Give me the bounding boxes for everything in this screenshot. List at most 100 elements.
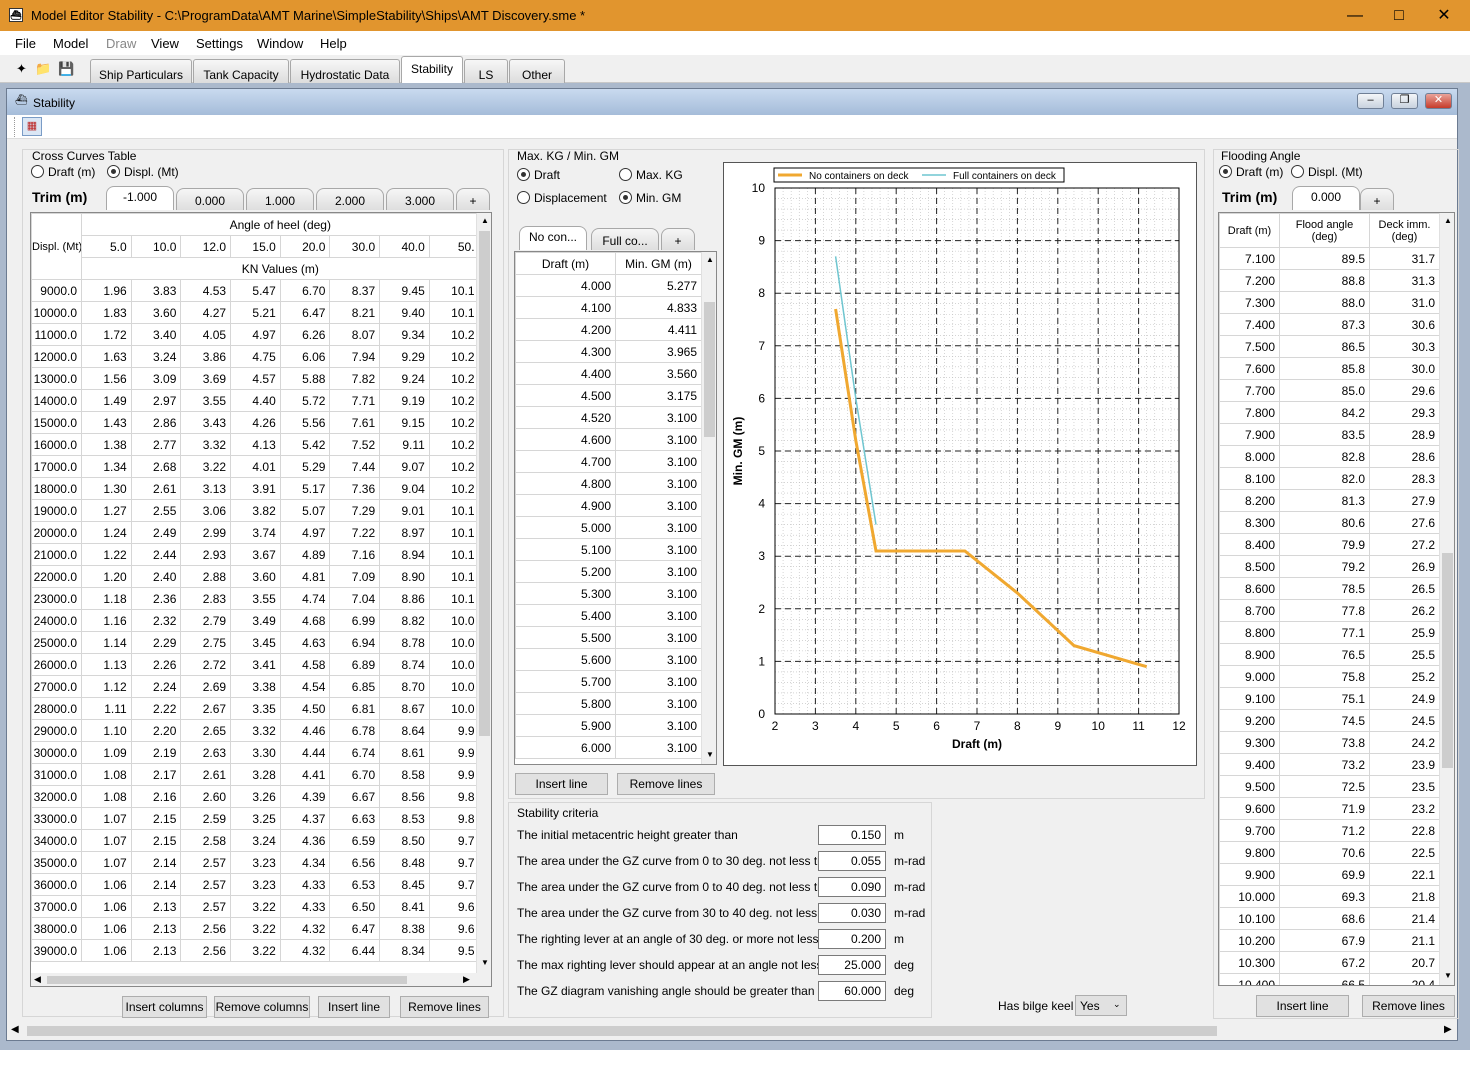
kn-cell[interactable]: 2.56 bbox=[180, 939, 232, 962]
scroll-left-icon[interactable]: ◀ bbox=[34, 974, 41, 985]
kn-cell[interactable]: 8.90 bbox=[379, 565, 430, 588]
flood-angle-cell[interactable]: 88.8 bbox=[1279, 269, 1370, 292]
criterion-value-field[interactable]: 0.030 bbox=[818, 903, 886, 923]
kn-cell[interactable]: 6.47 bbox=[279, 301, 331, 324]
min-gm-cell[interactable]: 3.100 bbox=[615, 450, 702, 473]
deck-imm-cell[interactable]: 29.6 bbox=[1369, 379, 1440, 402]
draft-cell[interactable]: 5.300 bbox=[515, 582, 616, 605]
kn-cell[interactable]: 2.17 bbox=[130, 763, 182, 786]
scroll-right-icon[interactable]: ▶ bbox=[1444, 1024, 1452, 1035]
kn-cell[interactable]: 6.99 bbox=[329, 609, 381, 632]
displ-cell[interactable]: 34000.0 bbox=[31, 829, 82, 852]
kn-cell[interactable]: 9.15 bbox=[379, 411, 430, 434]
draft-cell[interactable]: 10.100 bbox=[1219, 907, 1280, 930]
cross-curves-vscroll[interactable]: ▲ ▼ bbox=[476, 213, 491, 973]
kn-cell[interactable]: 6.70 bbox=[279, 279, 331, 302]
trim-tab-add[interactable]: + bbox=[1360, 188, 1394, 210]
kn-cell[interactable]: 2.32 bbox=[130, 609, 182, 632]
draft-cell[interactable]: 5.000 bbox=[515, 516, 616, 539]
criterion-value-field[interactable]: 0.055 bbox=[818, 851, 886, 871]
kn-cell[interactable]: 9.7 bbox=[428, 829, 480, 852]
kn-cell[interactable]: 3.43 bbox=[180, 411, 232, 434]
displ-cell[interactable]: 11000.0 bbox=[31, 323, 82, 346]
kn-cell[interactable]: 4.33 bbox=[279, 895, 331, 918]
kn-cell[interactable]: 6.59 bbox=[329, 829, 381, 852]
kn-cell[interactable]: 3.28 bbox=[230, 763, 281, 786]
draft-cell[interactable]: 5.100 bbox=[515, 538, 616, 561]
kn-cell[interactable]: 9.6 bbox=[428, 917, 480, 940]
draft-cell[interactable]: 9.500 bbox=[1219, 775, 1280, 798]
flood-angle-cell[interactable]: 76.5 bbox=[1279, 643, 1370, 666]
kn-cell[interactable]: 2.19 bbox=[130, 741, 182, 764]
insert-line-button[interactable]: Insert line bbox=[318, 996, 390, 1018]
kn-cell[interactable]: 5.72 bbox=[279, 389, 331, 412]
flood-angle-cell[interactable]: 74.5 bbox=[1279, 709, 1370, 732]
kn-cell[interactable]: 9.9 bbox=[428, 741, 480, 764]
flood-angle-cell[interactable]: 78.5 bbox=[1279, 577, 1370, 600]
kn-cell[interactable]: 6.89 bbox=[329, 653, 381, 676]
displ-cell[interactable]: 20000.0 bbox=[31, 521, 82, 544]
deck-imm-cell[interactable]: 22.5 bbox=[1369, 841, 1440, 864]
kn-cell[interactable]: 4.75 bbox=[230, 345, 281, 368]
kn-cell[interactable]: 1.09 bbox=[81, 741, 132, 764]
flood-angle-cell[interactable]: 88.0 bbox=[1279, 291, 1370, 314]
kn-cell[interactable]: 2.61 bbox=[130, 477, 182, 500]
kn-cell[interactable]: 10.1 bbox=[428, 499, 480, 522]
scroll-down-icon[interactable]: ▼ bbox=[706, 750, 714, 759]
draft-cell[interactable]: 4.600 bbox=[515, 428, 616, 451]
kn-cell[interactable]: 2.26 bbox=[130, 653, 182, 676]
draft-cell[interactable]: 9.300 bbox=[1219, 731, 1280, 754]
kn-cell[interactable]: 2.57 bbox=[180, 873, 232, 896]
kn-cell[interactable]: 2.68 bbox=[130, 455, 182, 478]
draft-cell[interactable]: 5.200 bbox=[515, 560, 616, 583]
kn-cell[interactable]: 4.32 bbox=[279, 939, 331, 962]
kn-cell[interactable]: 9.24 bbox=[379, 367, 430, 390]
kn-cell[interactable]: 8.94 bbox=[379, 543, 430, 566]
kn-cell[interactable]: 3.30 bbox=[230, 741, 281, 764]
flood-angle-cell[interactable]: 87.3 bbox=[1279, 313, 1370, 336]
min-gm-cell[interactable]: 3.175 bbox=[615, 384, 702, 407]
displ-cell[interactable]: 25000.0 bbox=[31, 631, 82, 654]
kn-cell[interactable]: 2.22 bbox=[130, 697, 182, 720]
draft-cell[interactable]: 4.700 bbox=[515, 450, 616, 473]
kn-cell[interactable]: 2.13 bbox=[130, 939, 182, 962]
tab-no-containers[interactable]: No con... bbox=[519, 226, 587, 250]
flood-angle-cell[interactable]: 82.8 bbox=[1279, 445, 1370, 468]
kn-cell[interactable]: 1.38 bbox=[81, 433, 132, 456]
kn-cell[interactable]: 1.22 bbox=[81, 543, 132, 566]
kn-cell[interactable]: 5.88 bbox=[279, 367, 331, 390]
kn-cell[interactable]: 9.40 bbox=[379, 301, 430, 324]
flood-angle-cell[interactable]: 82.0 bbox=[1279, 467, 1370, 490]
kn-cell[interactable]: 4.54 bbox=[279, 675, 331, 698]
flood-angle-cell[interactable]: 85.0 bbox=[1279, 379, 1370, 402]
scroll-up-icon[interactable]: ▲ bbox=[481, 216, 489, 225]
menu-file[interactable]: File bbox=[15, 36, 36, 51]
kn-cell[interactable]: 3.86 bbox=[180, 345, 232, 368]
kn-cell[interactable]: 2.65 bbox=[180, 719, 232, 742]
kn-cell[interactable]: 10.2 bbox=[428, 389, 480, 412]
kn-cell[interactable]: 9.8 bbox=[428, 807, 480, 830]
kn-cell[interactable]: 1.11 bbox=[81, 697, 132, 720]
kn-cell[interactable]: 1.06 bbox=[81, 873, 132, 896]
trim-tab-minus-1[interactable]: -1.000 bbox=[106, 186, 174, 210]
kn-cell[interactable]: 2.58 bbox=[180, 829, 232, 852]
kn-cell[interactable]: 9.34 bbox=[379, 323, 430, 346]
kn-cell[interactable]: 9.7 bbox=[428, 873, 480, 896]
kn-cell[interactable]: 10.2 bbox=[428, 323, 480, 346]
kn-cell[interactable]: 3.32 bbox=[180, 433, 232, 456]
kn-cell[interactable]: 3.60 bbox=[130, 301, 182, 324]
min-gm-cell[interactable]: 3.100 bbox=[615, 626, 702, 649]
scroll-left-icon[interactable]: ◀ bbox=[11, 1024, 19, 1035]
kn-cell[interactable]: 9.5 bbox=[428, 939, 480, 962]
min-gm-cell[interactable]: 3.100 bbox=[615, 582, 702, 605]
flood-angle-cell[interactable]: 72.5 bbox=[1279, 775, 1370, 798]
kn-cell[interactable]: 3.23 bbox=[230, 873, 281, 896]
displ-cell[interactable]: 14000.0 bbox=[31, 389, 82, 412]
kn-cell[interactable]: 2.79 bbox=[180, 609, 232, 632]
scroll-thumb[interactable] bbox=[704, 302, 715, 437]
kn-cell[interactable]: 3.22 bbox=[230, 939, 281, 962]
kn-cell[interactable]: 7.04 bbox=[329, 587, 381, 610]
displ-cell[interactable]: 17000.0 bbox=[31, 455, 82, 478]
kn-cell[interactable]: 8.34 bbox=[379, 939, 430, 962]
kn-cell[interactable]: 2.72 bbox=[180, 653, 232, 676]
